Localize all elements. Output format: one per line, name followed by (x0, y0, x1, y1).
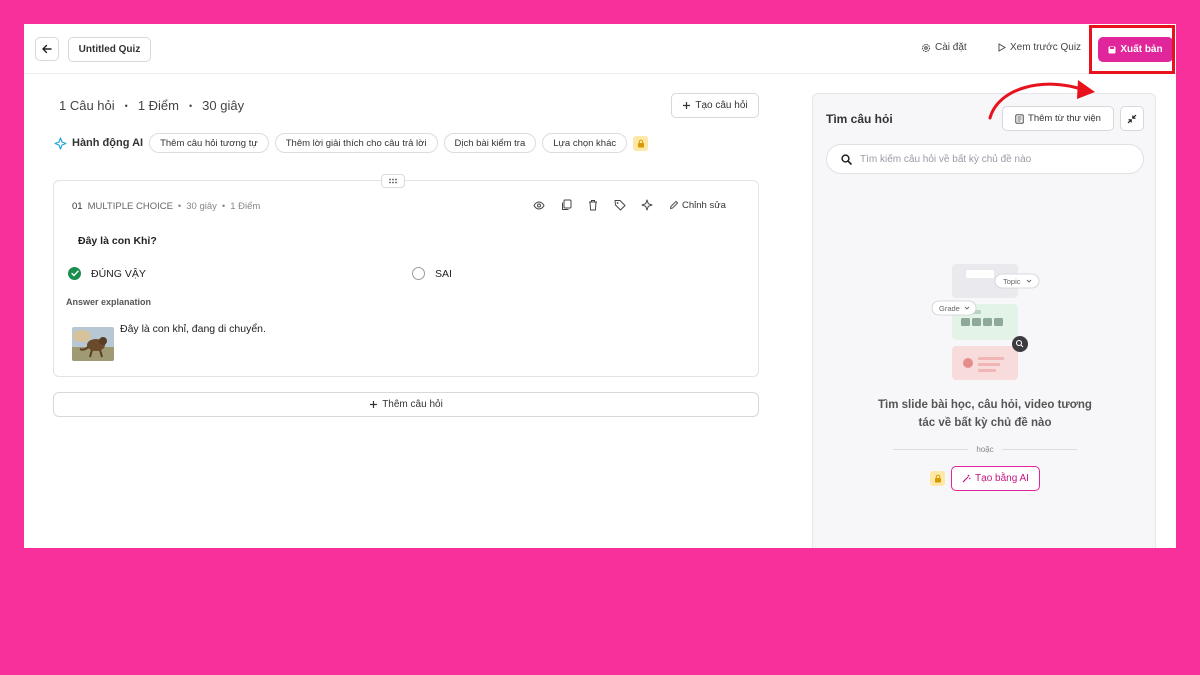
question-card: 01 MULTIPLE CHOICE • 30 giây • 1 Điểm Ch… (53, 180, 759, 377)
trash-icon[interactable] (586, 198, 600, 212)
answer-option: SAI (412, 267, 452, 280)
create-question-label: Tạo câu hỏi (695, 100, 748, 111)
question-number: 01 (72, 201, 83, 212)
check-circle-icon (68, 267, 81, 280)
question-text: Đây là con Khỉ? (78, 235, 157, 247)
explanation-image (72, 327, 114, 361)
pencil-icon (670, 200, 679, 209)
divider-line (893, 448, 969, 450)
ai-create-row: Tạo bằng AI (930, 466, 1040, 491)
ai-chip-similar[interactable]: Thêm câu hỏi tương tự (149, 133, 269, 153)
search-icon (841, 153, 852, 165)
create-with-ai-button[interactable]: Tạo bằng AI (951, 466, 1040, 491)
gear-icon (922, 43, 930, 52)
edit-label: Chỉnh sửa (682, 199, 726, 211)
illustration-grade-label: Grade (939, 304, 960, 313)
eye-icon[interactable] (532, 198, 546, 212)
search-illustration: Topic Grade (931, 264, 1051, 384)
ai-chip-explanation[interactable]: Thêm lời giải thích cho câu trả lời (274, 133, 438, 153)
tag-icon[interactable] (613, 198, 627, 212)
or-label: hoặc (976, 444, 994, 454)
lock-icon (930, 471, 945, 486)
question-toolbar: Chỉnh sửa (532, 198, 726, 212)
settings-label: Cài đặt (935, 42, 967, 53)
question-meta: 01 MULTIPLE CHOICE • 30 giây • 1 Điểm (72, 201, 260, 212)
question-search-box[interactable] (826, 144, 1144, 174)
sparkle-icon (54, 136, 67, 150)
annotation-arrow (988, 80, 1095, 120)
question-search-input[interactable] (860, 153, 1130, 165)
answer-option-label: ĐÚNG VẬY (91, 267, 146, 280)
publish-highlight-box (1089, 25, 1175, 74)
question-points: 1 Điểm (230, 201, 261, 212)
illustration-topic-label: Topic (1003, 277, 1021, 286)
top-bar: Untitled Quiz Cài đặt Xem trước Quiz Xuấ… (24, 24, 1176, 74)
ai-create-label: Tạo bằng AI (975, 473, 1029, 484)
quiz-summary: 1 Câu hỏi • 1 Điểm • 30 giây (59, 98, 244, 113)
panel-description: Tìm slide bài học, câu hỏi, video tương … (878, 399, 1092, 429)
add-question-label: Thêm câu hỏi (382, 399, 443, 410)
question-search-panel: Tìm câu hỏi Thêm từ thư viện Topic (812, 93, 1156, 548)
plus-icon (683, 102, 691, 109)
magic-wand-icon (962, 474, 971, 483)
drag-handle[interactable] (381, 174, 405, 188)
edit-question-button[interactable]: Chỉnh sửa (669, 200, 726, 211)
ai-actions-label: Hành động AI (54, 136, 144, 150)
point-count: 1 Điểm (137, 98, 179, 113)
or-divider: hoặc (893, 444, 1078, 454)
panel-title: Tìm câu hỏi (826, 112, 893, 126)
answer-option-correct: ĐÚNG VẬY (68, 267, 146, 280)
copy-icon[interactable] (559, 198, 573, 212)
question-time: 30 giây (186, 201, 217, 212)
collapse-button[interactable] (1120, 106, 1144, 131)
time-total: 30 giây (202, 98, 245, 113)
separator-dot: • (189, 100, 193, 111)
ai-chip-translate[interactable]: Dịch bài kiểm tra (443, 133, 537, 153)
arrow-left-icon (42, 44, 52, 54)
back-button[interactable] (35, 37, 59, 61)
lock-icon (633, 135, 649, 151)
empty-circle-icon (412, 267, 425, 280)
question-type: MULTIPLE CHOICE (87, 201, 173, 212)
separator-dot: • (124, 100, 128, 111)
question-count: 1 Câu hỏi (59, 98, 115, 113)
sparkle-icon[interactable] (640, 198, 654, 212)
separator-dot: • (221, 201, 226, 212)
explanation-text: Đây là con khỉ, đang di chuyển. (120, 323, 266, 335)
explanation-label: Answer explanation (66, 297, 152, 307)
quiz-title-button[interactable]: Untitled Quiz (68, 37, 151, 62)
ai-actions-row: Hành động AI Thêm câu hỏi tương tự Thêm … (54, 133, 649, 153)
ai-actions-text: Hành động AI (72, 137, 144, 149)
preview-label: Xem trước Quiz (1010, 42, 1082, 53)
add-question-button[interactable]: Thêm câu hỏi (53, 392, 759, 417)
answer-option-label: SAI (435, 267, 452, 280)
settings-link[interactable]: Cài đặt (921, 42, 967, 53)
play-icon (998, 43, 1006, 52)
divider-line (1001, 448, 1078, 450)
plus-icon (370, 401, 378, 408)
collapse-icon (1127, 114, 1137, 123)
create-question-button[interactable]: Tạo câu hỏi (671, 93, 759, 118)
preview-link[interactable]: Xem trước Quiz (998, 42, 1081, 53)
quiz-editor: Untitled Quiz Cài đặt Xem trước Quiz Xuấ… (24, 24, 1176, 548)
ai-chip-more[interactable]: Lựa chọn khác (542, 133, 628, 153)
grip-icon (389, 178, 397, 184)
separator-dot: • (177, 201, 182, 212)
